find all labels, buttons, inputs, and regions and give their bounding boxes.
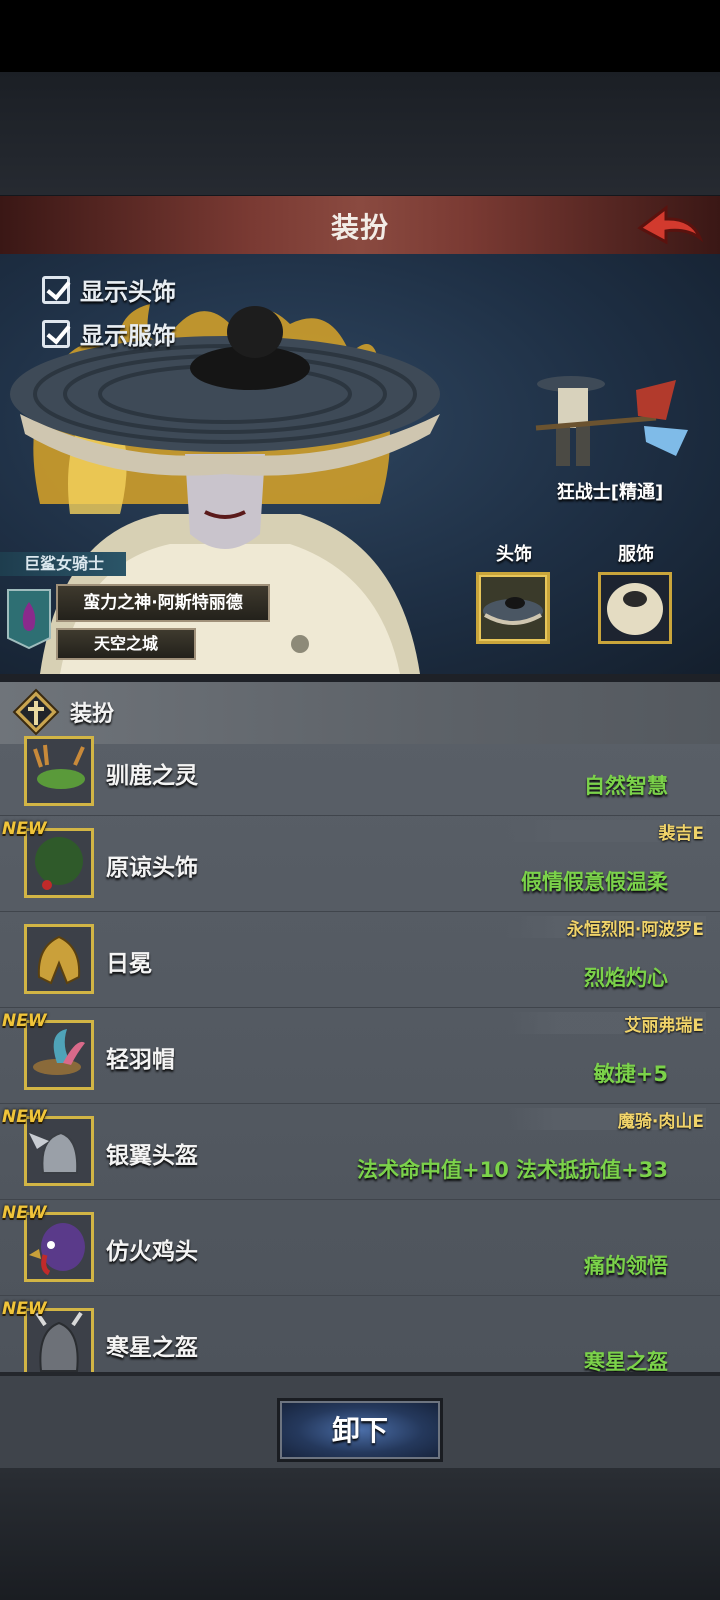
slot-head-label: 头饰 <box>496 544 532 565</box>
status-bar-area <box>0 0 720 72</box>
golden-helmet-icon <box>24 924 94 994</box>
list-item[interactable]: NEW 仿火鸡头 痛的领悟 <box>0 1200 720 1296</box>
item-name: 仿火鸡头 <box>106 1239 198 1265</box>
checkbox-checked-icon[interactable] <box>42 319 70 348</box>
reindeer-spirit-icon <box>24 736 94 806</box>
slot-headwear[interactable] <box>476 572 550 644</box>
bottom-backdrop <box>0 1468 720 1600</box>
new-badge: NEW <box>2 1203 47 1223</box>
new-badge: NEW <box>2 1011 47 1031</box>
list-item[interactable]: 驯鹿之灵 自然智慧 <box>0 736 720 816</box>
list-item[interactable]: NEW 原谅头饰 裴吉E 假情假意假温柔 <box>0 816 720 912</box>
item-name: 驯鹿之灵 <box>106 763 198 789</box>
hat-icon <box>483 597 543 625</box>
list-item[interactable]: NEW 寒星之盔 寒星之盔 <box>0 1296 720 1372</box>
new-badge: NEW <box>2 1299 47 1319</box>
item-name: 寒星之盔 <box>106 1335 198 1361</box>
list-item[interactable]: NEW 轻羽帽 艾丽弗瑞E 敏捷+5 <box>0 1008 720 1104</box>
costume-list[interactable]: 驯鹿之灵 自然智慧 NEW 原谅头饰 裴吉E 假情假意假温柔 日冕 永恒烈阳·阿… <box>0 736 720 1372</box>
title-bar: 装扮 <box>0 196 720 256</box>
show-headwear-label: 显示头饰 <box>80 278 176 306</box>
new-badge: NEW <box>2 819 47 839</box>
checkbox-checked-icon[interactable] <box>42 275 70 304</box>
class-name: 狂战士[精通] <box>556 482 664 503</box>
item-name: 银翼头盔 <box>106 1143 198 1169</box>
top-backdrop <box>0 72 720 195</box>
title-banner: 巨鲨女骑士 <box>0 552 127 576</box>
item-source: 裴吉E <box>658 824 704 844</box>
show-outfit-label: 显示服饰 <box>80 322 176 350</box>
item-effect: 痛的领悟 <box>584 1254 668 1278</box>
item-effect: 寒星之盔 <box>584 1350 668 1372</box>
item-effect: 烈焰灼心 <box>584 966 668 990</box>
item-source: 永恒烈阳·阿波罗E <box>566 920 704 940</box>
divider <box>0 674 720 682</box>
item-effect: 法术命中值+10 法术抵抗值+33 <box>357 1158 668 1182</box>
toggle-show-outfit[interactable]: 显示服饰 <box>42 316 176 351</box>
item-effect: 自然智慧 <box>584 774 668 798</box>
item-source: 魔骑·肉山E <box>617 1112 704 1132</box>
costume-list-panel: 装扮 驯鹿之灵 自然智慧 NEW 原谅头饰 裴吉E 假情假意假温柔 日冕 永恒烈… <box>0 682 720 1372</box>
list-item[interactable]: NEW 银翼头盔 魔骑·肉山E 法术命中值+10 法术抵抗值+33 <box>0 1104 720 1200</box>
cross-emblem-icon <box>12 688 60 736</box>
toggle-show-headwear[interactable]: 显示头饰 <box>42 272 176 307</box>
item-effect: 假情假意假温柔 <box>521 870 668 894</box>
slot-outfit[interactable] <box>598 572 672 644</box>
fur-cloak-icon <box>607 583 663 635</box>
back-arrow-icon[interactable] <box>636 202 704 248</box>
slot-outfit-label: 服饰 <box>618 544 654 565</box>
unequip-button[interactable]: 卸下 <box>277 1398 443 1462</box>
page-title: 装扮 <box>330 211 389 244</box>
list-item[interactable]: 日冕 永恒烈阳·阿波罗E 烈焰灼心 <box>0 912 720 1008</box>
character-preview: 显示头饰 显示服饰 狂战士[精通] 头饰 服饰 巨鲨女骑士 蛮力之神·阿斯特丽德… <box>0 254 720 674</box>
deity-banner: 蛮力之神·阿斯特丽德 <box>56 584 270 622</box>
item-name: 日冕 <box>106 951 152 977</box>
section-title: 装扮 <box>70 702 115 727</box>
character-model[interactable] <box>526 370 696 486</box>
origin-banner: 天空之城 <box>56 628 196 660</box>
new-badge: NEW <box>2 1107 47 1127</box>
faction-emblem-icon <box>7 589 51 650</box>
item-effect: 敏捷+5 <box>593 1062 668 1086</box>
action-bar: 卸下 <box>0 1372 720 1472</box>
item-name: 原谅头饰 <box>106 855 198 881</box>
item-name: 轻羽帽 <box>106 1047 175 1073</box>
item-source: 艾丽弗瑞E <box>624 1016 704 1036</box>
section-header: 装扮 <box>0 682 720 744</box>
